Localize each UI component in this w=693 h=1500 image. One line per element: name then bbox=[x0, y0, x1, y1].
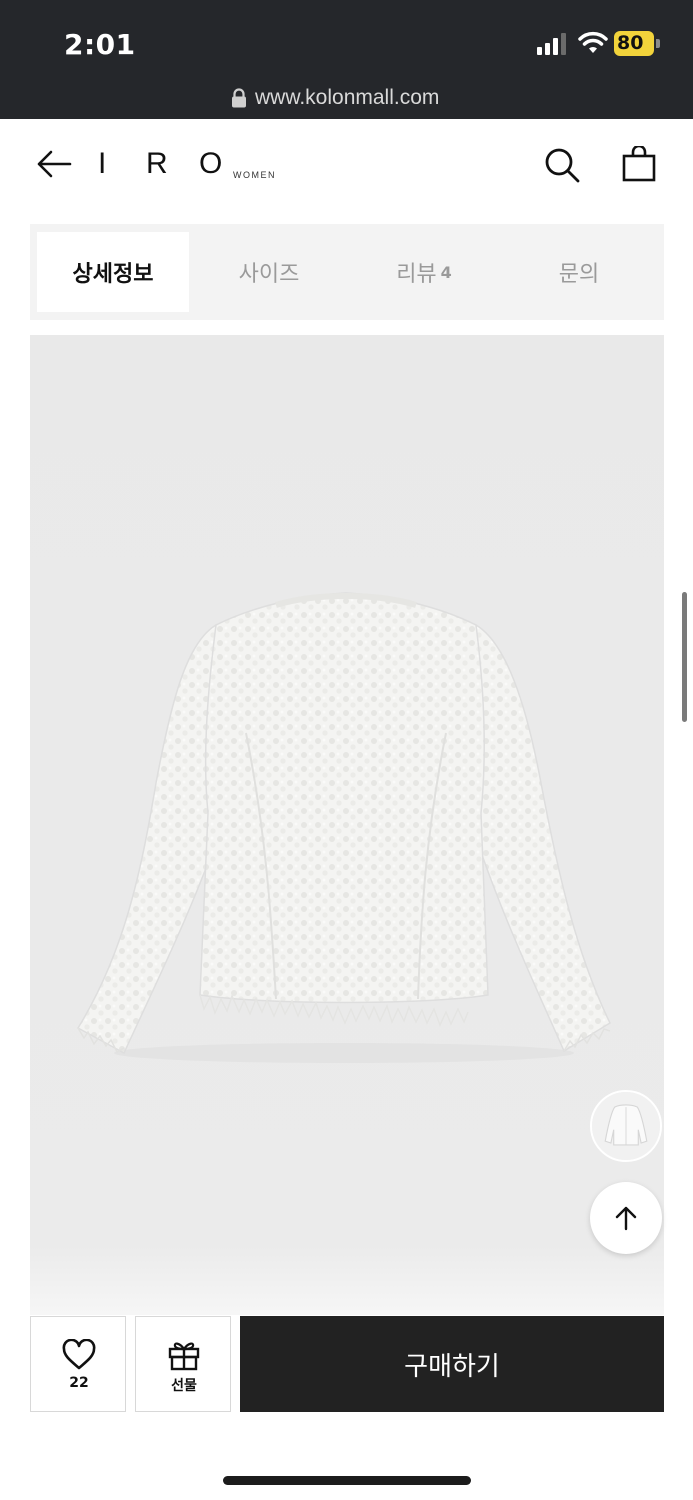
status-time: 2:01 bbox=[64, 28, 136, 61]
detail-tabs: 상세정보 사이즈 리뷰 4 문의 bbox=[30, 224, 664, 320]
search-icon[interactable] bbox=[544, 147, 580, 183]
tab-label: 리뷰 bbox=[396, 262, 437, 287]
gift-icon bbox=[168, 1342, 200, 1371]
logo-subtitle: WOMEN bbox=[233, 170, 276, 180]
logo-letter-o: O bbox=[199, 147, 223, 180]
home-indicator[interactable] bbox=[223, 1476, 471, 1485]
scroll-to-top-button[interactable] bbox=[590, 1182, 662, 1254]
battery-level: 80 bbox=[617, 32, 644, 54]
jacket-thumbnail-icon bbox=[592, 1092, 660, 1160]
lock-icon bbox=[232, 88, 246, 108]
tab-detail-info[interactable]: 상세정보 bbox=[37, 232, 189, 312]
arrow-up-icon bbox=[615, 1206, 637, 1231]
battery-indicator: 80 bbox=[614, 31, 660, 56]
image-thumbnail[interactable] bbox=[590, 1090, 662, 1162]
logo-letter-r: R bbox=[146, 147, 168, 180]
like-button[interactable]: 22 bbox=[30, 1316, 126, 1412]
tab-label: 상세정보 bbox=[72, 262, 154, 287]
wifi-icon bbox=[578, 31, 608, 53]
tab-label: 문의 bbox=[558, 262, 600, 287]
gift-label: 선물 bbox=[171, 1378, 197, 1394]
buy-button[interactable]: 구매하기 bbox=[240, 1316, 664, 1412]
tab-reviews[interactable]: 리뷰 4 bbox=[348, 232, 500, 312]
shopping-bag-icon[interactable] bbox=[622, 146, 656, 182]
review-count: 4 bbox=[440, 262, 452, 282]
gift-button[interactable]: 선물 bbox=[135, 1316, 231, 1412]
like-count: 22 bbox=[69, 1375, 89, 1391]
jacket-photo bbox=[76, 592, 611, 1063]
logo-letter-i: I bbox=[98, 147, 107, 180]
buy-label: 구매하기 bbox=[404, 1351, 500, 1382]
heart-icon bbox=[62, 1339, 96, 1370]
tab-inquiry[interactable]: 문의 bbox=[503, 232, 655, 312]
tab-label: 사이즈 bbox=[238, 262, 300, 287]
status-bar: 2:01 80 www.kolonmall.com bbox=[0, 0, 693, 119]
cellular-signal-icon bbox=[537, 33, 566, 55]
product-image[interactable] bbox=[30, 335, 664, 1315]
back-arrow-icon[interactable] bbox=[36, 148, 72, 180]
page-scrollbar[interactable] bbox=[682, 592, 687, 722]
tab-size[interactable]: 사이즈 bbox=[193, 232, 345, 312]
url-text[interactable]: www.kolonmall.com bbox=[255, 86, 439, 110]
